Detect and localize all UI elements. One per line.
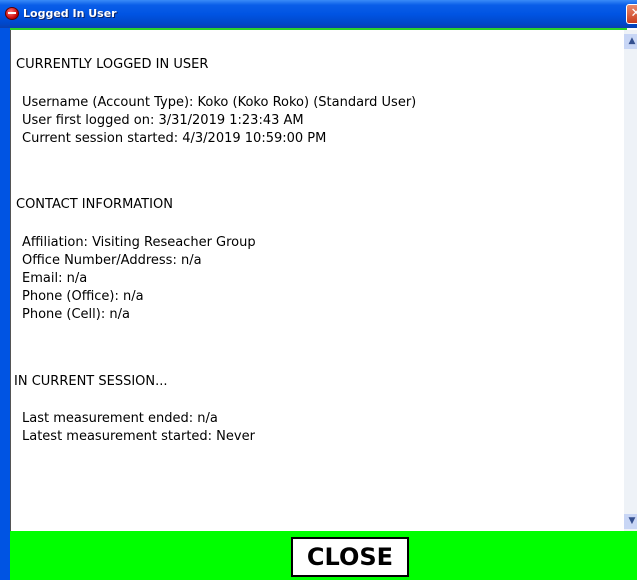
affiliation-line: Affiliation: Visiting Reseacher Group <box>22 235 256 250</box>
app-icon <box>5 7 19 20</box>
phone-cell-line: Phone (Cell): n/a <box>22 307 130 322</box>
window-title: Logged In User <box>23 7 117 20</box>
first-logon-line: User first logged on: 3/31/2019 1:23:43 … <box>22 113 304 128</box>
scroll-up-icon[interactable]: ▲ <box>624 34 637 49</box>
session-start-line: Current session started: 4/3/2019 10:59:… <box>22 131 327 146</box>
title-bar[interactable]: Logged In User ✕ <box>0 0 637 28</box>
vertical-scrollbar[interactable] <box>624 30 637 531</box>
last-measurement-line: Last measurement ended: n/a <box>22 411 218 426</box>
phone-office-line: Phone (Office): n/a <box>22 289 144 304</box>
latest-measurement-line: Latest measurement started: Never <box>22 429 255 444</box>
close-button[interactable]: CLOSE <box>291 537 409 577</box>
username-line: Username (Account Type): Koko (Koko Roko… <box>22 95 417 110</box>
current-user-heading: CURRENTLY LOGGED IN USER <box>16 57 209 72</box>
close-window-icon[interactable]: ✕ <box>626 4 637 24</box>
email-line: Email: n/a <box>22 271 88 286</box>
contact-heading: CONTACT INFORMATION <box>16 197 173 212</box>
logged-in-user-window: Logged In User ✕ CURRENTLY LOGGED IN USE… <box>0 0 637 580</box>
window-frame-left <box>0 28 10 580</box>
office-address-line: Office Number/Address: n/a <box>22 253 202 268</box>
scroll-down-icon[interactable]: ▼ <box>624 514 637 529</box>
session-heading: IN CURRENT SESSION... <box>14 374 168 389</box>
panel-border <box>10 30 11 531</box>
